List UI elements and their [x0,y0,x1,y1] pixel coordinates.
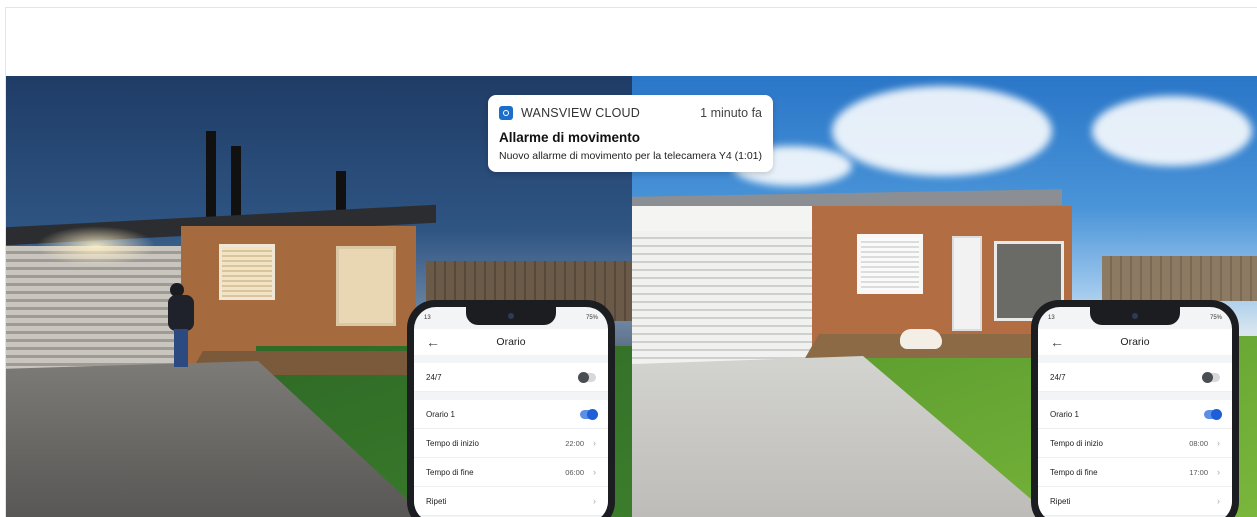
repeat-row[interactable]: Ripeti › [1038,487,1232,516]
phone-screen: 13 75% ← Orario 24/7 Orario 1 Tempo di i… [414,307,608,517]
start-time-value: 22:00 [565,438,584,448]
chevron-right-icon: › [593,496,596,506]
schedule-1-label: Orario 1 [1050,409,1079,419]
end-time-label: Tempo di fine [426,467,474,477]
notification-app-name: WANSVIEW CLOUD [521,106,641,120]
repeat-label: Ripeti [426,496,447,506]
chevron-right-icon: › [1217,467,1220,477]
palm-tree [206,131,216,221]
house-door [336,246,396,326]
phone-schedule-day: 13 75% ← Orario 24/7 Orario 1 Tempo di i… [1031,300,1239,517]
house-window [857,234,923,294]
notification-time: 1 minuto fa [700,106,762,120]
house-door [952,236,982,331]
phone-schedule-night: 13 75% ← Orario 24/7 Orario 1 Tempo di i… [407,300,615,517]
phone-notch [1090,307,1180,325]
phone-screen: 13 75% ← Orario 24/7 Orario 1 Tempo di i… [1038,307,1232,517]
cloud [832,86,1052,176]
notification-title: Allarme di movimento [499,130,641,145]
chevron-right-icon: › [1217,496,1220,506]
schedule-1-label: Orario 1 [426,409,455,419]
schedule-1-row: Orario 1 [1038,400,1232,429]
page-title: Orario [496,336,526,348]
garage-door [632,231,812,371]
intruder-figure [168,283,196,368]
chevron-right-icon: › [593,438,596,448]
white-wall [632,206,814,232]
start-time-row[interactable]: Tempo di inizio 08:00 › [1038,429,1232,458]
always-on-label: 24/7 [426,372,442,382]
notification-header: WANSVIEW CLOUD 1 minuto fa [499,104,762,122]
end-time-value: 17:00 [1189,467,1208,477]
always-on-label: 24/7 [1050,372,1066,382]
repeat-label: Ripeti [1050,496,1071,506]
motion-alarm-notification[interactable]: WANSVIEW CLOUD 1 minuto fa Allarme di mo… [488,95,773,172]
end-time-label: Tempo di fine [1050,467,1098,477]
battery-level: 75% [1209,315,1222,321]
schedule-1-toggle[interactable] [1204,408,1222,420]
schedule-header: ← Orario [414,329,608,355]
start-time-label: Tempo di inizio [426,438,479,448]
always-on-toggle[interactable] [1202,371,1220,383]
chevron-right-icon: › [593,467,596,477]
always-on-row: 24/7 [414,363,608,392]
schedule-1-toggle[interactable] [580,408,598,420]
end-time-value: 06:00 [565,467,584,477]
schedule-1-row: Orario 1 [414,400,608,429]
start-time-label: Tempo di inizio [1050,438,1103,448]
fence [1102,256,1257,301]
chevron-right-icon: › [1217,438,1220,448]
garage-light [36,226,156,266]
always-on-row: 24/7 [1038,363,1232,392]
house-window [219,244,275,300]
status-time: 13 [1048,315,1055,321]
start-time-value: 08:00 [1189,438,1208,448]
cloud [1092,96,1252,166]
end-time-row[interactable]: Tempo di fine 17:00 › [1038,458,1232,487]
dog-figure [900,329,942,349]
end-time-row[interactable]: Tempo di fine 06:00 › [414,458,608,487]
notification-body: Nuovo allarme di movimento per la teleca… [499,150,763,162]
page-title: Orario [1120,336,1150,348]
schedule-header: ← Orario [1038,329,1232,355]
battery-level: 75% [585,315,598,321]
start-time-row[interactable]: Tempo di inizio 22:00 › [414,429,608,458]
phone-notch [466,307,556,325]
status-time: 13 [424,315,431,321]
repeat-row[interactable]: Ripeti › [414,487,608,516]
camera-app-icon [499,106,513,120]
always-on-toggle[interactable] [578,371,596,383]
